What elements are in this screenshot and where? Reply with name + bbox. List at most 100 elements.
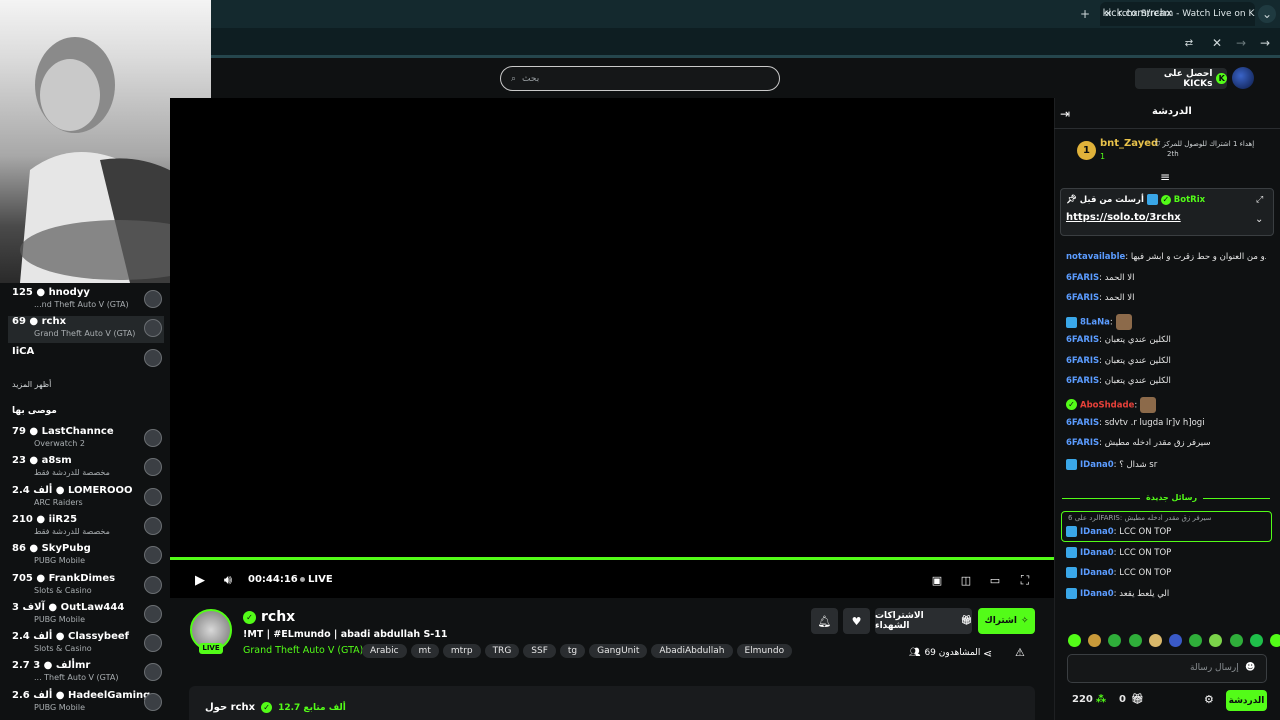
chat-username[interactable]: 6FARIS (1066, 335, 1099, 345)
tag-chip[interactable]: Arabic (362, 644, 407, 658)
chat-message[interactable]: 6FARIS: سيرفر زق مقدر ادخله مطيش (1066, 438, 1266, 448)
chat-message[interactable]: 6FARIS: الا الحمد (1066, 273, 1266, 283)
expand-pinned-chevron-icon[interactable]: ⌄ (1255, 214, 1263, 225)
chat-username[interactable]: IDana0 (1080, 568, 1114, 578)
tag-chip[interactable]: SSF (523, 644, 556, 658)
sidebar-channel-row[interactable]: IiCA (8, 346, 164, 373)
subscribe-button[interactable]: اشتراك ✧ (978, 608, 1035, 634)
new-tab-button[interactable]: + (1076, 5, 1094, 23)
sidebar-channel-row[interactable]: 3 آلاف ● OutLaw444 PUBG Mobile (8, 602, 164, 629)
gifts-count[interactable]: 0 🎁︎ (1119, 694, 1144, 705)
tag-chip[interactable]: tg (559, 644, 586, 658)
quick-emote-icon[interactable] (1128, 634, 1142, 647)
tag-chip[interactable]: TRG (484, 644, 520, 658)
chat-message[interactable]: IDana0: LCC ON TOP (1066, 526, 1266, 537)
chat-username[interactable]: IDana0 (1080, 548, 1114, 558)
tag-chip[interactable]: mt (410, 644, 439, 658)
unpin-icon[interactable]: ⤢ (1256, 195, 1263, 205)
chat-message[interactable]: 6FARIS: الكلين عندي يتعبان (1066, 335, 1266, 345)
chat-message[interactable]: 6FARIS: الكلين عندي يتعبان (1066, 376, 1266, 386)
chat-message[interactable]: IDana0: LCC ON TOP (1066, 567, 1266, 579)
notification-bell-icon[interactable]: 🔔︎ (811, 608, 838, 634)
sidebar-channel-row[interactable]: 210 ● iiR25 مخصصة للدردشة فقط (8, 514, 164, 541)
chat-input[interactable]: إرسال رسالة (1190, 663, 1239, 673)
chat-message[interactable]: IDana0: الي يلعط يقعد (1066, 588, 1266, 600)
url-field[interactable]: kick.com/rchx (1103, 8, 1172, 19)
sidebar-channel-row[interactable]: 23 ● a8sm مخصصة للدردشة فقط (8, 455, 164, 482)
sidebar-channel-row[interactable]: 2.7 ألف ● 3mr... Theft Auto V (GTA) (8, 660, 164, 687)
site-settings-icon[interactable]: ⇄ (1180, 34, 1198, 52)
show-more-link[interactable]: أظهر المزيد (12, 380, 51, 389)
stop-icon[interactable]: ✕ (1208, 34, 1226, 52)
sidebar-channel-row[interactable]: 2.6 ألف ● HadeelGaming PUBG Mobile (8, 690, 164, 717)
quick-emote-icon[interactable] (1169, 634, 1182, 647)
gift-subs-button[interactable]: الاشتراكات الشهداء 🎁︎ (875, 608, 972, 634)
channel-name: 2.4 ألف ● Classybeef (12, 631, 129, 643)
chat-message[interactable]: 6FARIS: sdvtv .r lugda lr]v h]ogi (1066, 418, 1266, 428)
channel-points[interactable]: 220 ⁂ (1072, 694, 1106, 705)
emoji-icon[interactable]: ☻ (1245, 662, 1255, 673)
quick-emote-icon[interactable] (1229, 634, 1243, 647)
quick-emote-icon[interactable] (1148, 634, 1162, 647)
chat-username[interactable]: AboShdade (1080, 400, 1134, 410)
sidebar-channel-row[interactable]: 2.4 ألف ● Classybeef Slots & Casino (8, 631, 164, 658)
channel-name[interactable]: rchx (261, 609, 295, 625)
tag-chip[interactable]: Elmundo (736, 644, 793, 658)
filter-icon[interactable]: ≡ (1160, 170, 1170, 184)
chat-message[interactable]: notavailable: احذف اسم الموندو من العنوا… (1066, 252, 1266, 262)
chat-message[interactable]: IDana0: شدال ؟ sr (1066, 459, 1266, 470)
fullscreen-icon[interactable]: ⛶ (1017, 572, 1033, 588)
sidebar-channel-row[interactable]: 79 ● LastChannce Overwatch 2 (8, 426, 164, 453)
chat-username[interactable]: 6FARIS (1066, 293, 1099, 303)
chat-send-button[interactable]: الدردشة (1226, 690, 1267, 711)
chat-username[interactable]: 6FARIS (1066, 418, 1099, 428)
quick-emote-icon[interactable] (1270, 634, 1280, 647)
tag-chip[interactable]: mtrp (442, 644, 481, 658)
tab-menu-chevron-icon[interactable]: ⌄ (1258, 5, 1276, 23)
video-player[interactable] (170, 98, 1054, 558)
chat-message[interactable]: 6FARIS: الا الحمد (1066, 293, 1266, 303)
collapse-chat-icon[interactable]: ⇥ (1060, 107, 1070, 121)
volume-icon[interactable]: 🔊︎ (220, 572, 236, 588)
chat-message[interactable]: IDana0: LCC ON TOP (1066, 546, 1266, 558)
chat-username[interactable]: IDana0 (1080, 460, 1114, 470)
chat-username[interactable]: IDana0 (1080, 527, 1114, 537)
pinned-link[interactable]: https://solo.to/3rchx (1066, 212, 1181, 223)
top-gifter-name[interactable]: bnt_Zayed (1100, 138, 1158, 149)
chat-message[interactable]: 8LaNa: (1066, 314, 1266, 331)
chat-message[interactable]: ✓ AboShdade: (1066, 396, 1266, 413)
report-icon[interactable]: ⚠ (1015, 646, 1025, 659)
share-icon[interactable]: ⋖ (983, 647, 992, 660)
chat-message[interactable]: 6FARIS: الكلين عندي يتعبان (1066, 356, 1266, 366)
forward-icon[interactable]: → (1232, 34, 1250, 52)
sidebar-channel-row[interactable]: 69 ● rchx Grand Theft Auto V (GTA) (8, 316, 164, 343)
tag-chip[interactable]: AbadiAbdullah (651, 644, 733, 658)
tag-chip[interactable]: GangUnit (589, 644, 648, 658)
chat-username[interactable]: 6FARIS (1066, 376, 1099, 386)
sidebar-channel-row[interactable]: 2.4 ألف ● LOMEROOO ARC Raiders (8, 485, 164, 512)
chat-username[interactable]: 8LaNa (1080, 318, 1110, 328)
quick-emote-icon[interactable] (1249, 634, 1263, 647)
theater-mode-icon[interactable]: ◫ (958, 572, 974, 588)
pip-icon[interactable]: ▣ (929, 572, 945, 588)
search-bar[interactable]: ⌕ بحث (500, 66, 780, 91)
quick-emote-icon[interactable] (1068, 634, 1081, 647)
sidebar-channel-row[interactable]: 125 ● hnodyy ...nd Theft Auto V (GTA) (8, 287, 164, 314)
get-kicks-button[interactable]: K احصل على KICKs (1135, 68, 1227, 89)
chat-username[interactable]: 6FARIS (1066, 438, 1099, 448)
profile-avatar[interactable] (1232, 67, 1254, 89)
miniplayer-icon[interactable]: ▭ (987, 572, 1003, 588)
stream-game-link[interactable]: Grand Theft Auto V (GTA) (243, 645, 363, 656)
chat-username[interactable]: 6FARIS (1066, 356, 1099, 366)
sidebar-channel-row[interactable]: 705 ● FrankDimes Slots & Casino (8, 573, 164, 600)
chat-settings-gear-icon[interactable]: ⚙ (1204, 693, 1214, 706)
back-icon[interactable]: → (1256, 34, 1274, 52)
chat-username[interactable]: notavailable (1066, 252, 1125, 262)
pinned-author[interactable]: BotRix (1174, 195, 1205, 205)
play-icon[interactable]: ▶ (192, 572, 208, 588)
sidebar-channel-row[interactable]: 86 ● SkyPubg PUBG Mobile (8, 543, 164, 570)
chat-username[interactable]: 6FARIS (1066, 273, 1099, 283)
chat-username[interactable]: IDana0 (1080, 589, 1114, 599)
follow-heart-icon[interactable]: ♥ (843, 608, 870, 634)
search-input[interactable]: بحث (522, 74, 539, 84)
